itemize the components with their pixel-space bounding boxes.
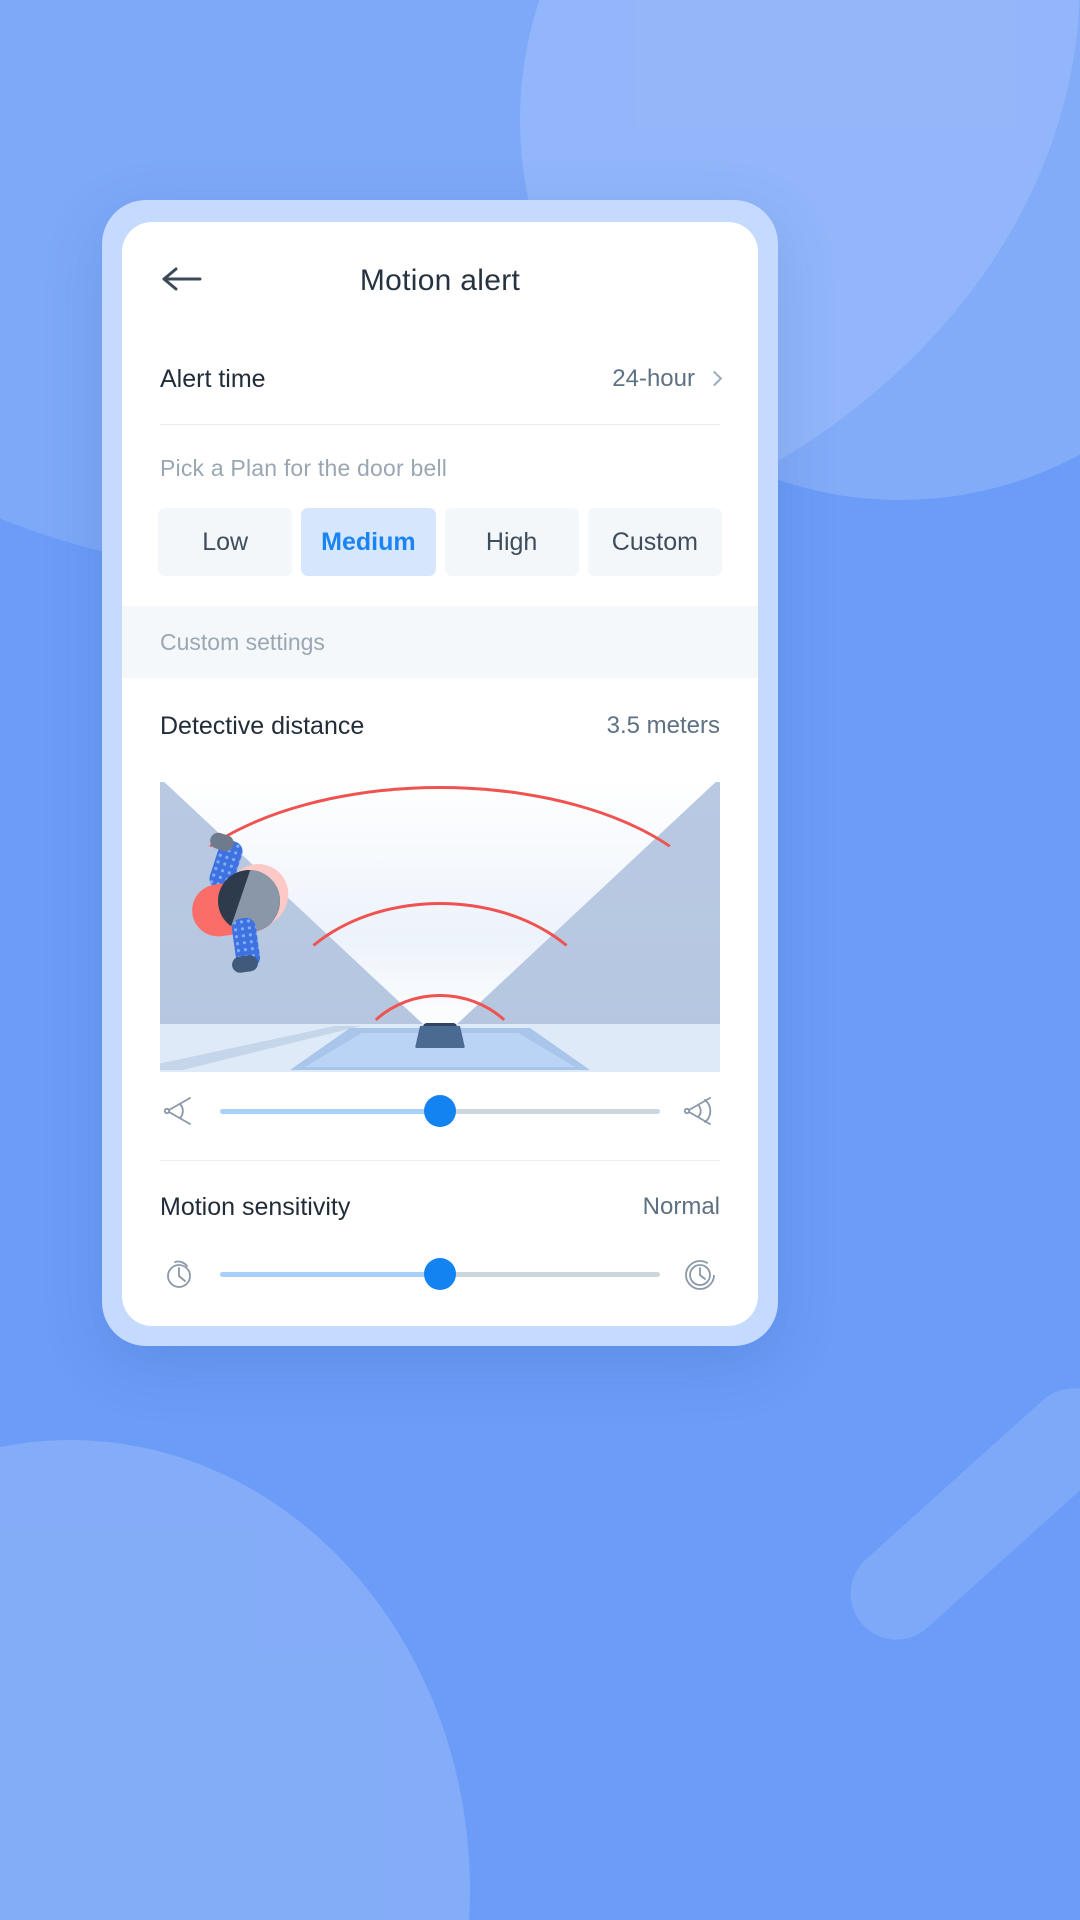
plan-option-low[interactable]: Low [158,508,293,576]
slider-thumb[interactable] [424,1258,456,1290]
motion-sensitivity-slider-row [122,1239,758,1309]
detection-zone-illustration [160,782,720,1072]
phone-frame: Motion alert Alert time 24-hour Pick a P… [102,200,778,1346]
stopwatch-short-icon[interactable] [160,1254,200,1294]
background-bar-bottom-right [831,1369,1080,1659]
detective-distance-slider-row [122,1072,758,1150]
plan-option-custom[interactable]: Custom [587,508,722,576]
motion-sensitivity-value: Normal [642,1193,720,1220]
motion-sensitivity-label: Motion sensitivity [160,1192,351,1221]
alert-time-label: Alert time [160,364,266,393]
alert-time-value: 24-hour [612,365,695,392]
app-header: Motion alert [122,222,758,328]
slider-track-active [220,1108,440,1114]
plan-option-medium[interactable]: Medium [301,508,436,576]
page-title: Motion alert [359,264,521,297]
person-illustration [186,830,306,974]
motion-sensitivity-slider[interactable] [220,1258,660,1290]
detective-distance-slider[interactable] [220,1095,660,1127]
wide-angle-icon[interactable] [680,1091,720,1131]
plan-options: Low Medium High Custom [122,482,758,576]
background-blob-bottom-left [0,1440,470,1920]
alert-time-row[interactable]: Alert time 24-hour [122,334,758,424]
doorbell-device [415,1026,465,1048]
phone-screen: Motion alert Alert time 24-hour Pick a P… [122,222,758,1326]
plan-hint: Pick a Plan for the door bell [160,455,448,481]
page-background: Motion alert Alert time 24-hour Pick a P… [0,0,1080,1920]
detective-distance-label: Detective distance [160,711,365,740]
slider-track-active [220,1271,440,1277]
custom-settings-section-header: Custom settings [122,606,758,678]
detective-distance-row: Detective distance 3.5 meters [122,678,758,774]
plan-option-high[interactable]: High [444,508,579,576]
custom-settings-label: Custom settings [160,628,325,655]
alert-time-value-group: 24-hour [612,365,723,393]
narrow-angle-icon[interactable] [160,1091,200,1131]
stopwatch-long-icon[interactable] [680,1254,720,1294]
slider-thumb[interactable] [424,1095,456,1127]
motion-sensitivity-row: Motion sensitivity Normal [122,1161,758,1239]
chevron-right-icon [706,370,723,386]
detective-distance-value: 3.5 meters [606,712,720,739]
